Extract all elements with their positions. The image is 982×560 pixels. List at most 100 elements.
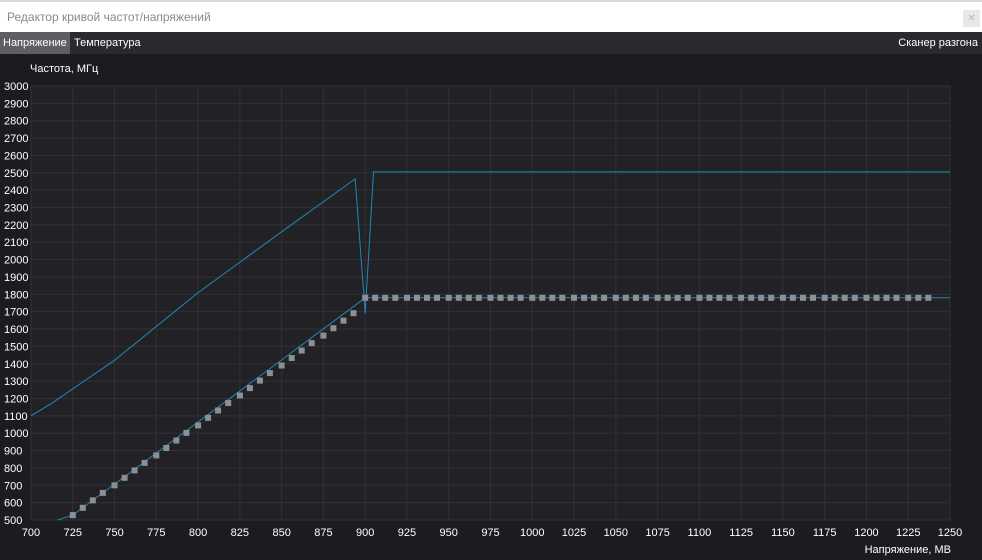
curve-point[interactable] bbox=[320, 332, 327, 339]
curve-point[interactable] bbox=[821, 294, 828, 301]
curve-point[interactable] bbox=[674, 294, 681, 301]
y-tick-label: 2500 bbox=[4, 168, 28, 180]
curve-point[interactable] bbox=[779, 294, 786, 301]
curve-point[interactable] bbox=[810, 294, 816, 301]
curve-point[interactable] bbox=[873, 294, 880, 301]
x-tick-label: 1125 bbox=[729, 527, 753, 539]
curve-point[interactable] bbox=[905, 294, 912, 301]
curve-point[interactable] bbox=[330, 325, 337, 332]
curve-point[interactable] bbox=[915, 294, 922, 301]
curve-point[interactable] bbox=[612, 294, 619, 301]
curve-point[interactable] bbox=[758, 294, 765, 301]
y-tick-label: 900 bbox=[4, 446, 22, 458]
curve-point[interactable] bbox=[883, 294, 890, 301]
curve-point[interactable] bbox=[99, 489, 106, 496]
curve-point[interactable] bbox=[163, 445, 170, 451]
curve-point[interactable] bbox=[706, 294, 713, 301]
curve-point[interactable] bbox=[215, 407, 222, 414]
curve-point[interactable] bbox=[654, 294, 661, 301]
vf-curve-chart[interactable]: 3000 2900 2800 2700 2600 2500 2400 2300 2200 2100… bbox=[0, 0, 982, 560]
curve-point[interactable] bbox=[173, 437, 180, 444]
curve-point[interactable] bbox=[79, 504, 86, 511]
y-tick-label: 2600 bbox=[4, 150, 28, 162]
x-tick-label: 950 bbox=[440, 527, 458, 539]
x-tick-label: 1225 bbox=[896, 527, 920, 539]
x-tick-label: 775 bbox=[147, 527, 165, 539]
y-tick-label: 500 bbox=[4, 515, 22, 527]
curve-point[interactable] bbox=[738, 294, 745, 301]
curve-point[interactable] bbox=[153, 452, 160, 459]
curve-point[interactable] bbox=[288, 355, 295, 361]
curve-point[interactable] bbox=[841, 294, 848, 301]
curve-point[interactable] bbox=[308, 340, 315, 347]
curve-point[interactable] bbox=[404, 294, 410, 301]
curve-point[interactable] bbox=[434, 294, 440, 301]
curve-point[interactable] bbox=[445, 294, 452, 301]
curve-point[interactable] bbox=[642, 294, 649, 301]
curve-point[interactable] bbox=[726, 294, 733, 301]
curve-point[interactable] bbox=[800, 294, 806, 301]
curve-point[interactable] bbox=[507, 294, 514, 301]
curve-point[interactable] bbox=[69, 512, 76, 519]
curve-point[interactable] bbox=[278, 362, 285, 369]
curve-point[interactable] bbox=[539, 294, 546, 301]
curve-point[interactable] bbox=[141, 459, 148, 466]
curve-point[interactable] bbox=[350, 310, 357, 317]
curve-point[interactable] bbox=[475, 294, 482, 301]
curve-point[interactable] bbox=[340, 317, 347, 324]
curve-point[interactable] bbox=[549, 294, 556, 301]
curve-point[interactable] bbox=[225, 400, 232, 406]
curve-point[interactable] bbox=[925, 294, 932, 301]
curve-point[interactable] bbox=[205, 414, 212, 421]
curve-point[interactable] bbox=[529, 294, 536, 301]
curve-point[interactable] bbox=[893, 294, 900, 301]
curve-point[interactable] bbox=[236, 392, 243, 399]
curve-point[interactable] bbox=[195, 422, 202, 429]
curve-point[interactable] bbox=[768, 294, 775, 301]
curve-point[interactable] bbox=[121, 474, 128, 481]
curve-point[interactable] bbox=[789, 294, 796, 301]
curve-point[interactable] bbox=[183, 429, 190, 436]
curve-point[interactable] bbox=[601, 294, 608, 301]
curve-point[interactable] bbox=[256, 377, 263, 384]
curve-point[interactable] bbox=[465, 294, 472, 301]
curve-point[interactable] bbox=[684, 294, 691, 301]
curve-point[interactable] bbox=[497, 294, 504, 301]
curve-point[interactable] bbox=[851, 294, 858, 301]
x-tick-label: 1200 bbox=[854, 527, 878, 539]
curve-point[interactable] bbox=[559, 294, 566, 301]
y-tick-label: 2000 bbox=[4, 255, 28, 267]
curve-point[interactable] bbox=[89, 497, 96, 504]
curve-point[interactable] bbox=[266, 370, 273, 377]
curve-point[interactable] bbox=[748, 294, 755, 301]
x-tick-label: 900 bbox=[356, 527, 374, 539]
curve-point[interactable] bbox=[696, 294, 703, 301]
curve-point[interactable] bbox=[131, 467, 138, 474]
y-tick-label: 1400 bbox=[4, 359, 28, 371]
curve-point[interactable] bbox=[372, 294, 379, 301]
curve-point[interactable] bbox=[362, 294, 369, 301]
x-axis-label: Напряжение, МВ bbox=[865, 544, 951, 556]
x-tick-label: 925 bbox=[398, 527, 416, 539]
curve-point[interactable] bbox=[246, 385, 253, 392]
curve-point[interactable] bbox=[382, 294, 389, 301]
curve-point[interactable] bbox=[414, 294, 420, 301]
curve-point[interactable] bbox=[581, 294, 588, 301]
y-tick-label: 800 bbox=[4, 463, 22, 475]
curve-point[interactable] bbox=[591, 294, 598, 301]
curve-point[interactable] bbox=[716, 294, 723, 301]
curve-point[interactable] bbox=[392, 294, 399, 301]
x-tick-label: 1100 bbox=[688, 527, 712, 539]
curve-point[interactable] bbox=[664, 294, 671, 301]
curve-point[interactable] bbox=[571, 294, 577, 301]
curve-point[interactable] bbox=[622, 294, 629, 301]
curve-point[interactable] bbox=[455, 294, 462, 301]
curve-point[interactable] bbox=[298, 347, 305, 354]
curve-point[interactable] bbox=[863, 294, 870, 301]
curve-point[interactable] bbox=[831, 294, 838, 301]
curve-point[interactable] bbox=[424, 294, 430, 301]
curve-point[interactable] bbox=[111, 482, 118, 489]
curve-point[interactable] bbox=[517, 294, 524, 301]
curve-point[interactable] bbox=[632, 294, 639, 301]
curve-point[interactable] bbox=[487, 294, 494, 301]
